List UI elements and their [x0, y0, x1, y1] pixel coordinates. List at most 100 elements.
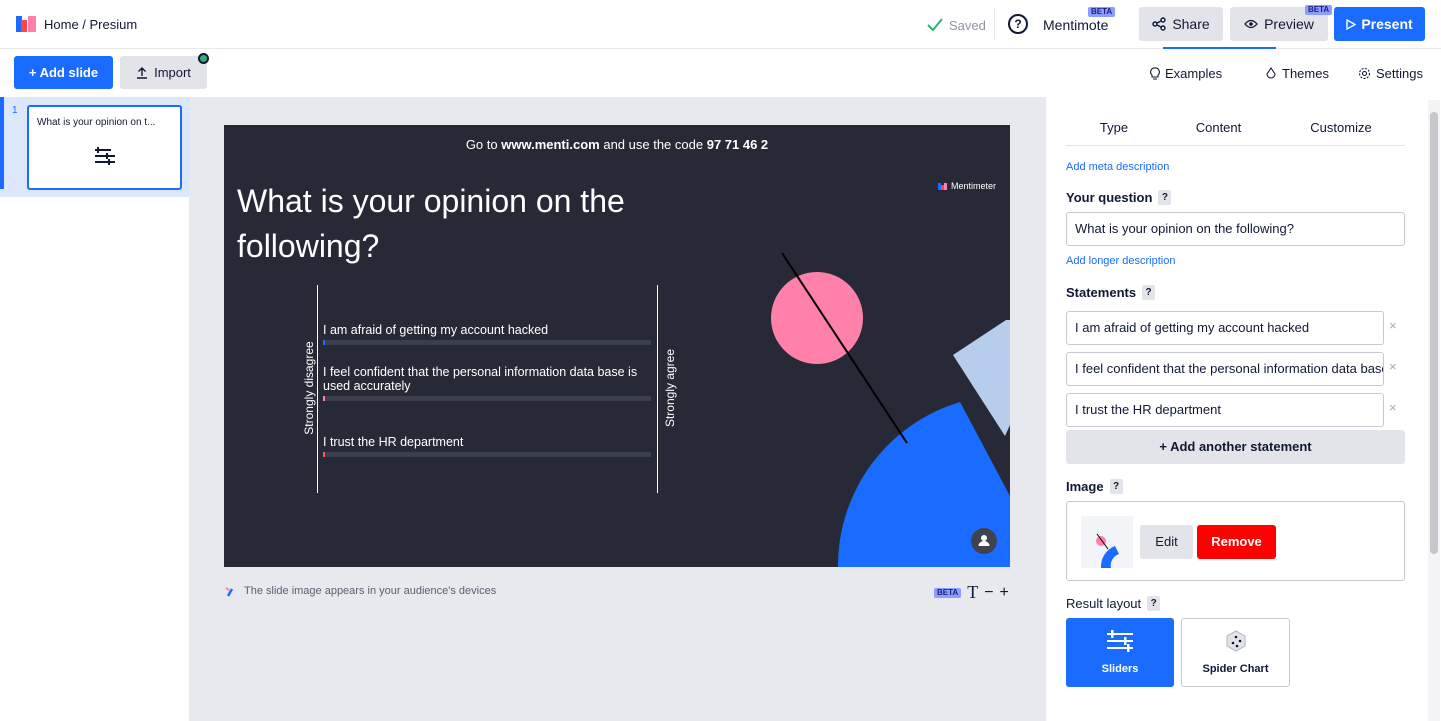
remove-statement-button[interactable]: ×: [1389, 400, 1397, 415]
text-size-icon: T: [967, 582, 979, 602]
right-axis-line: [657, 285, 658, 493]
present-label: Present: [1361, 16, 1413, 32]
slider-marker: [323, 340, 325, 345]
statements-field-label: Statements ?: [1066, 285, 1156, 300]
upload-icon: [137, 66, 148, 79]
new-indicator-icon: [198, 53, 209, 64]
statements-label-text: Statements: [1066, 285, 1137, 300]
text-size-decrease-button[interactable]: −: [984, 584, 993, 602]
lightbulb-icon: [1150, 67, 1160, 80]
editor-panel: Type Content Customize Add meta descript…: [1046, 97, 1441, 721]
add-statement-button[interactable]: + Add another statement: [1066, 430, 1405, 464]
image-thumbnail: [1081, 516, 1133, 568]
sliders-icon: [1107, 630, 1133, 652]
preview-button[interactable]: Preview BETA: [1230, 5, 1333, 41]
saved-label: Saved: [949, 17, 986, 33]
share-label: Share: [1172, 16, 1210, 32]
examples-label: Examples: [1165, 66, 1223, 81]
slide-thumbnail[interactable]: What is your opinion on t...: [27, 105, 182, 190]
slide-preview[interactable]: Go to www.menti.com and use the code 97 …: [224, 125, 1010, 567]
image-box: Edit Remove: [1066, 501, 1405, 581]
themes-label: Themes: [1282, 66, 1329, 81]
add-slide-button[interactable]: + Add slide: [14, 56, 113, 89]
preview-beta-badge: BETA: [1305, 5, 1333, 15]
add-meta-description-link[interactable]: Add meta description: [1066, 161, 1169, 173]
audience-avatar-icon[interactable]: [971, 528, 997, 554]
result-layout-label: Result layout ?: [1066, 596, 1161, 611]
statement-input[interactable]: I am afraid of getting my account hacked: [1066, 311, 1384, 345]
import-label: Import: [154, 65, 191, 80]
settings-button[interactable]: Settings: [1358, 66, 1423, 81]
remove-image-button[interactable]: Remove: [1197, 525, 1276, 559]
sliders-icon: [95, 147, 115, 165]
slider-track: [323, 452, 651, 457]
slide-statement: I feel confident that the personal infor…: [323, 365, 638, 393]
remove-statement-button[interactable]: ×: [1389, 359, 1397, 374]
layout-option-sliders[interactable]: Sliders: [1066, 618, 1174, 687]
slide-number: 1: [12, 105, 18, 116]
layout-option-label: Spider Chart: [1202, 663, 1269, 675]
question-label-text: Your question: [1066, 190, 1153, 205]
slides-panel: 1 What is your opinion on t...: [0, 97, 189, 721]
preview-label: Preview: [1264, 16, 1314, 32]
active-tab-indicator: [1163, 47, 1276, 49]
mentimeter-mark-icon: [225, 587, 234, 597]
slide-thumbnail-title: What is your opinion on t...: [37, 117, 156, 128]
top-bar: Home / Presium Saved ? Mentimote BETA Sh…: [0, 0, 1441, 49]
slide-statement: I am afraid of getting my account hacked: [323, 323, 549, 337]
help-icon[interactable]: ?: [1008, 14, 1028, 34]
drop-icon: [1266, 67, 1276, 79]
tab-type[interactable]: Type: [1083, 120, 1145, 135]
divider: [994, 8, 995, 40]
left-axis-line: [317, 285, 318, 493]
examples-button[interactable]: Examples: [1150, 66, 1222, 81]
text-size-increase-button[interactable]: +: [1000, 584, 1009, 602]
caption-text: The slide image appears in your audience…: [244, 585, 497, 597]
help-icon[interactable]: ?: [1109, 479, 1123, 494]
statement-input[interactable]: I trust the HR department: [1066, 393, 1384, 427]
strongly-agree-label: Strongly agree: [663, 348, 677, 428]
remove-statement-button[interactable]: ×: [1389, 318, 1397, 333]
share-button[interactable]: Share: [1139, 7, 1223, 41]
slider-track: [323, 340, 651, 345]
slider-marker: [323, 452, 325, 457]
image-label-text: Image: [1066, 479, 1104, 494]
text-size-controls: BETA T − +: [934, 582, 1009, 603]
slide-decoration-image: [771, 252, 1010, 567]
help-icon[interactable]: ?: [1158, 190, 1172, 205]
gear-icon: [1358, 67, 1371, 80]
strongly-disagree-label: Strongly disagree: [302, 341, 316, 435]
share-icon: [1152, 17, 1167, 31]
mentimote-button[interactable]: Mentimote BETA: [1043, 7, 1116, 33]
tab-content[interactable]: Content: [1190, 120, 1247, 135]
help-icon[interactable]: ?: [1147, 596, 1161, 611]
tab-customize[interactable]: Customize: [1302, 120, 1380, 135]
help-icon[interactable]: ?: [1142, 285, 1156, 300]
slider-track: [323, 396, 651, 401]
canvas-area: Go to www.menti.com and use the code 97 …: [189, 97, 1046, 721]
themes-button[interactable]: Themes: [1265, 66, 1329, 81]
text-size-beta-badge: BETA: [934, 587, 962, 598]
mentimote-beta-badge: BETA: [1088, 7, 1116, 17]
breadcrumb[interactable]: Home / Presium: [44, 17, 137, 32]
mentimote-label: Mentimote: [1043, 17, 1109, 33]
question-field-label: Your question ?: [1066, 190, 1172, 205]
active-slide-indicator: [0, 97, 4, 189]
spider-chart-icon: [1226, 630, 1246, 652]
settings-label: Settings: [1376, 66, 1423, 81]
scrollbar-thumb[interactable]: [1430, 112, 1438, 554]
layout-option-spider-chart[interactable]: Spider Chart: [1181, 618, 1290, 687]
tabs-divider: [1066, 145, 1405, 146]
mentimeter-logo-icon[interactable]: [16, 16, 36, 32]
toolbar: + Add slide Import Examples Themes Setti…: [0, 49, 1441, 97]
question-input[interactable]: What is your opinion on the following?: [1066, 212, 1405, 246]
result-layout-label-text: Result layout: [1066, 596, 1142, 611]
saved-status: Saved: [927, 15, 986, 35]
present-button[interactable]: Present: [1334, 7, 1425, 41]
add-longer-description-link[interactable]: Add longer description: [1066, 255, 1175, 267]
statement-input[interactable]: I feel confident that the personal infor…: [1066, 352, 1384, 386]
edit-image-button[interactable]: Edit: [1140, 525, 1193, 559]
layout-option-label: Sliders: [1101, 663, 1139, 675]
slide-list-item[interactable]: 1 What is your opinion on t...: [0, 97, 189, 197]
import-button[interactable]: Import: [120, 56, 207, 89]
